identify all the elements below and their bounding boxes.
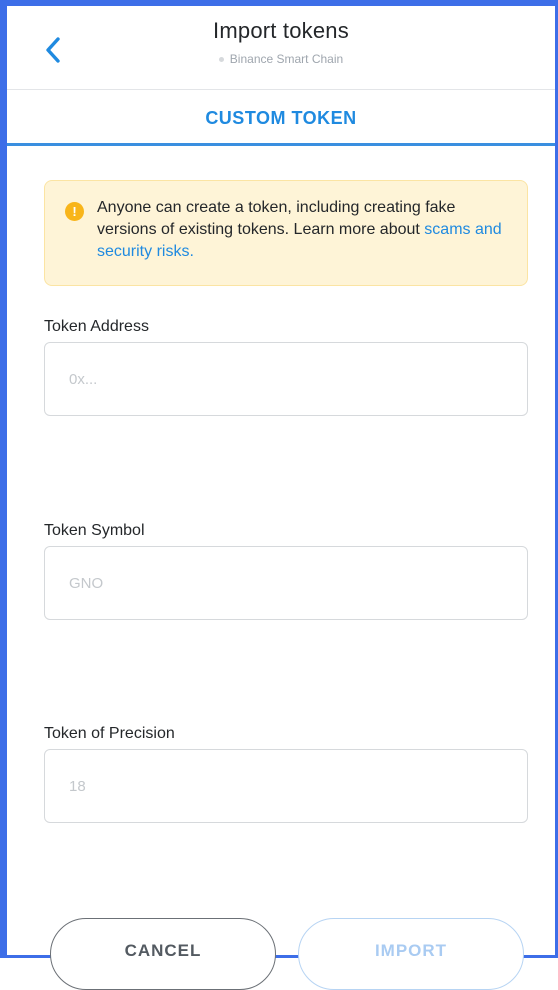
cancel-button[interactable]: CANCEL (50, 918, 276, 990)
exclamation-circle-icon: ! (65, 202, 84, 221)
header: Import tokens Binance Smart Chain (7, 6, 555, 90)
network-name: Binance Smart Chain (229, 52, 344, 66)
tab-custom-token[interactable]: CUSTOM TOKEN (7, 90, 555, 146)
warning-text: Anyone can create a token, including cre… (97, 197, 509, 263)
warning-message: Anyone can create a token, including cre… (97, 199, 456, 238)
token-address-input[interactable] (44, 342, 528, 416)
warning-banner: ! Anyone can create a token, including c… (44, 180, 528, 286)
network-indicator: Binance Smart Chain (7, 52, 555, 66)
token-precision-input[interactable] (44, 749, 528, 823)
page-title: Import tokens (213, 18, 349, 43)
token-address-label: Token Address (44, 318, 149, 335)
frame-border-left (0, 0, 7, 958)
token-symbol-label: Token Symbol (44, 522, 145, 539)
import-button[interactable]: IMPORT (298, 918, 524, 990)
network-dot-icon (218, 56, 224, 62)
tab-active-underline (7, 143, 555, 146)
token-precision-label: Token of Precision (44, 725, 175, 742)
tab-custom-token-label: CUSTOM TOKEN (205, 107, 357, 128)
token-symbol-input[interactable] (44, 546, 528, 620)
